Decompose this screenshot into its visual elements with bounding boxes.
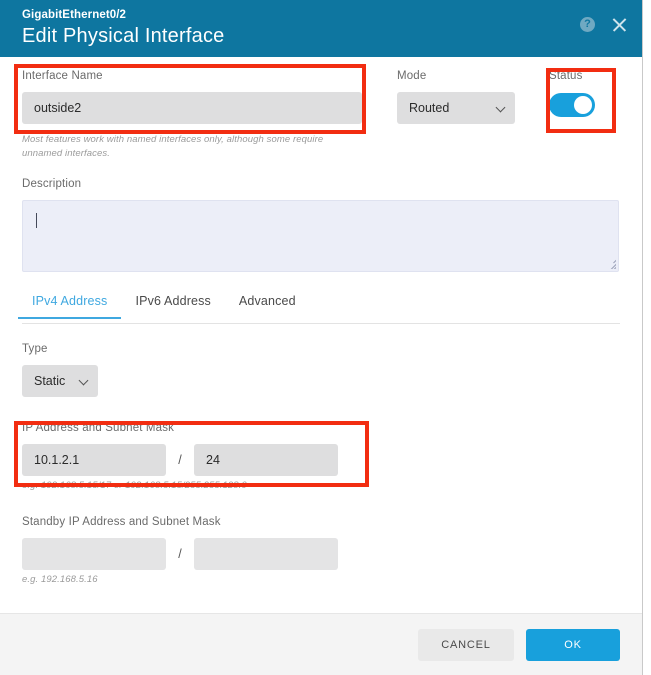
interface-name-input[interactable]: outside2 [22, 92, 362, 124]
mode-label: Mode [397, 70, 427, 82]
mode-group: Mode Routed [397, 69, 517, 124]
standby-ip-hint: e.g. 192.168.5.16 [22, 574, 98, 585]
standby-ip-label: Standby IP Address and Subnet Mask [22, 516, 221, 528]
tab-advanced[interactable]: Advanced [225, 294, 310, 317]
tab-ipv4-address[interactable]: IPv4 Address [18, 294, 122, 319]
standby-ip-group: Standby IP Address and Subnet Mask / e.g… [22, 515, 620, 587]
chevron-down-icon [495, 102, 506, 113]
ip-address-label: IP Address and Subnet Mask [22, 422, 175, 434]
cancel-button[interactable]: CANCEL [418, 628, 514, 661]
ip-address-pair: 10.1.2.1 / 24 [22, 444, 620, 476]
address-tabs: IPv4 Address IPv6 Address Advanced [18, 294, 620, 324]
ip-address-separator: / [178, 453, 182, 467]
text-caret [36, 213, 37, 228]
tab-ipv6-address[interactable]: IPv6 Address [121, 294, 224, 317]
subnet-mask-input[interactable]: 24 [194, 444, 338, 476]
type-value: Static [34, 374, 66, 388]
standby-ip-input[interactable] [22, 538, 166, 570]
interface-name-hint: Most features work with named interfaces… [22, 134, 324, 159]
help-circle-icon[interactable]: ? [580, 17, 595, 32]
description-label: Description [22, 178, 82, 190]
description-group: Description [22, 177, 620, 272]
dialog-footer: CANCEL OK [0, 613, 642, 675]
dialog-body: Interface Name outside2 Most features wo… [0, 57, 642, 613]
standby-subnet-mask-input[interactable] [194, 538, 338, 570]
close-icon[interactable] [611, 16, 628, 33]
standby-ip-separator: / [178, 547, 182, 561]
chevron-down-icon [78, 375, 89, 386]
primary-settings-row: Interface Name outside2 Most features wo… [22, 57, 620, 169]
ip-address-group: IP Address and Subnet Mask 10.1.2.1 / 24… [22, 421, 620, 493]
dialog-header-actions: ? [580, 16, 628, 33]
edit-physical-interface-dialog: GigabitEthernet0/2 Edit Physical Interfa… [0, 0, 643, 675]
mode-value: Routed [409, 101, 450, 115]
ip-address-hint: e.g. 192.168.5.15/17 or 192.168.5.15/255… [22, 480, 247, 491]
status-toggle-knob [574, 96, 592, 114]
ip-address-input[interactable]: 10.1.2.1 [22, 444, 166, 476]
resize-handle-icon[interactable] [604, 257, 616, 269]
type-label: Type [22, 343, 48, 355]
interface-name-group: Interface Name outside2 [22, 69, 364, 124]
type-group: Type Static [22, 342, 620, 397]
mode-select[interactable]: Routed [397, 92, 515, 124]
dialog-header: GigabitEthernet0/2 Edit Physical Interfa… [0, 0, 642, 57]
dialog-subtitle: GigabitEthernet0/2 [22, 9, 127, 21]
ok-button[interactable]: OK [526, 628, 620, 661]
status-label: Status [549, 70, 583, 82]
standby-ip-pair: / [22, 538, 620, 570]
dialog-title: Edit Physical Interface [22, 25, 225, 47]
description-textarea[interactable] [22, 200, 619, 272]
status-group: Status [549, 69, 635, 117]
type-select[interactable]: Static [22, 365, 98, 397]
status-toggle[interactable] [549, 93, 595, 117]
interface-name-label: Interface Name [22, 70, 103, 82]
